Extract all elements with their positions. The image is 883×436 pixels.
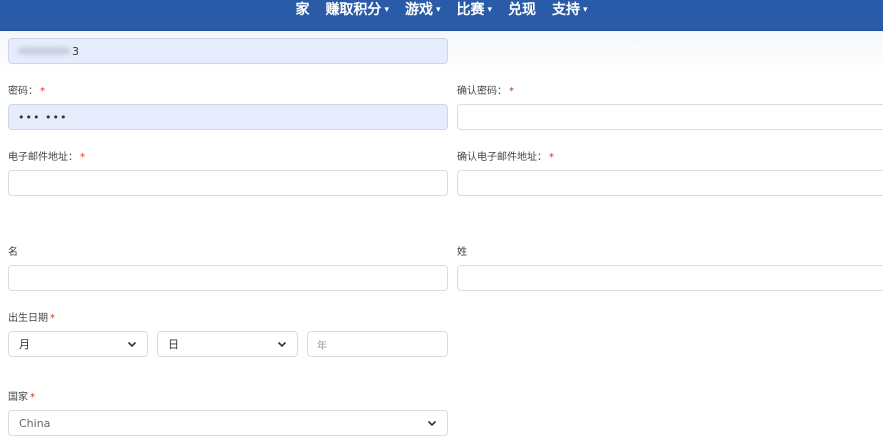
last-name-field[interactable] xyxy=(457,265,883,291)
last-name-label: 姓 xyxy=(457,247,467,258)
nav-support[interactable]: 支持 ▾ xyxy=(552,0,588,19)
country-label: 国家 * xyxy=(8,392,35,403)
email-label: 电子邮件地址： * xyxy=(8,152,85,163)
dob-label: 出生日期 * xyxy=(8,313,55,324)
username-field[interactable]: 3 xyxy=(8,38,448,64)
top-navbar: 家 赚取积分 ▾ 游戏 ▾ 比赛 ▾ 兑现 支持 ▾ xyxy=(0,0,883,31)
nav-games[interactable]: 游戏 ▾ xyxy=(405,0,441,19)
chevron-down-icon xyxy=(127,341,137,348)
caret-down-icon: ▾ xyxy=(583,5,588,15)
caret-down-icon: ▾ xyxy=(435,5,441,15)
registration-form xyxy=(0,31,883,424)
country-select[interactable]: China xyxy=(8,410,448,436)
confirm-password-field[interactable] xyxy=(457,104,883,130)
confirm-email-field[interactable] xyxy=(457,170,883,196)
chevron-down-icon xyxy=(277,341,287,348)
month-select[interactable]: 月 xyxy=(8,331,148,357)
year-input[interactable]: 年 xyxy=(307,331,448,357)
confirm-email-label: 确认电子邮件地址： * xyxy=(457,152,554,163)
caret-down-icon: ▾ xyxy=(384,5,389,15)
nav-redeem[interactable]: 兑现 xyxy=(508,0,536,19)
email-field[interactable] xyxy=(8,170,448,196)
blurred-text xyxy=(18,47,70,55)
chevron-down-icon xyxy=(427,420,437,427)
nav-earn-points[interactable]: 赚取积分 ▾ xyxy=(325,0,389,19)
day-select[interactable]: 日 xyxy=(157,331,298,357)
password-field[interactable]: ••• ••• xyxy=(8,104,448,130)
caret-down-icon: ▾ xyxy=(487,5,493,15)
confirm-password-label: 确认密码： * xyxy=(457,86,514,97)
password-label: 密码： * xyxy=(8,86,45,97)
first-name-field[interactable] xyxy=(8,265,448,291)
nav-home[interactable]: 家 xyxy=(295,0,309,19)
first-name-label: 名 xyxy=(8,247,18,258)
nav-contests[interactable]: 比赛 ▾ xyxy=(457,0,493,19)
